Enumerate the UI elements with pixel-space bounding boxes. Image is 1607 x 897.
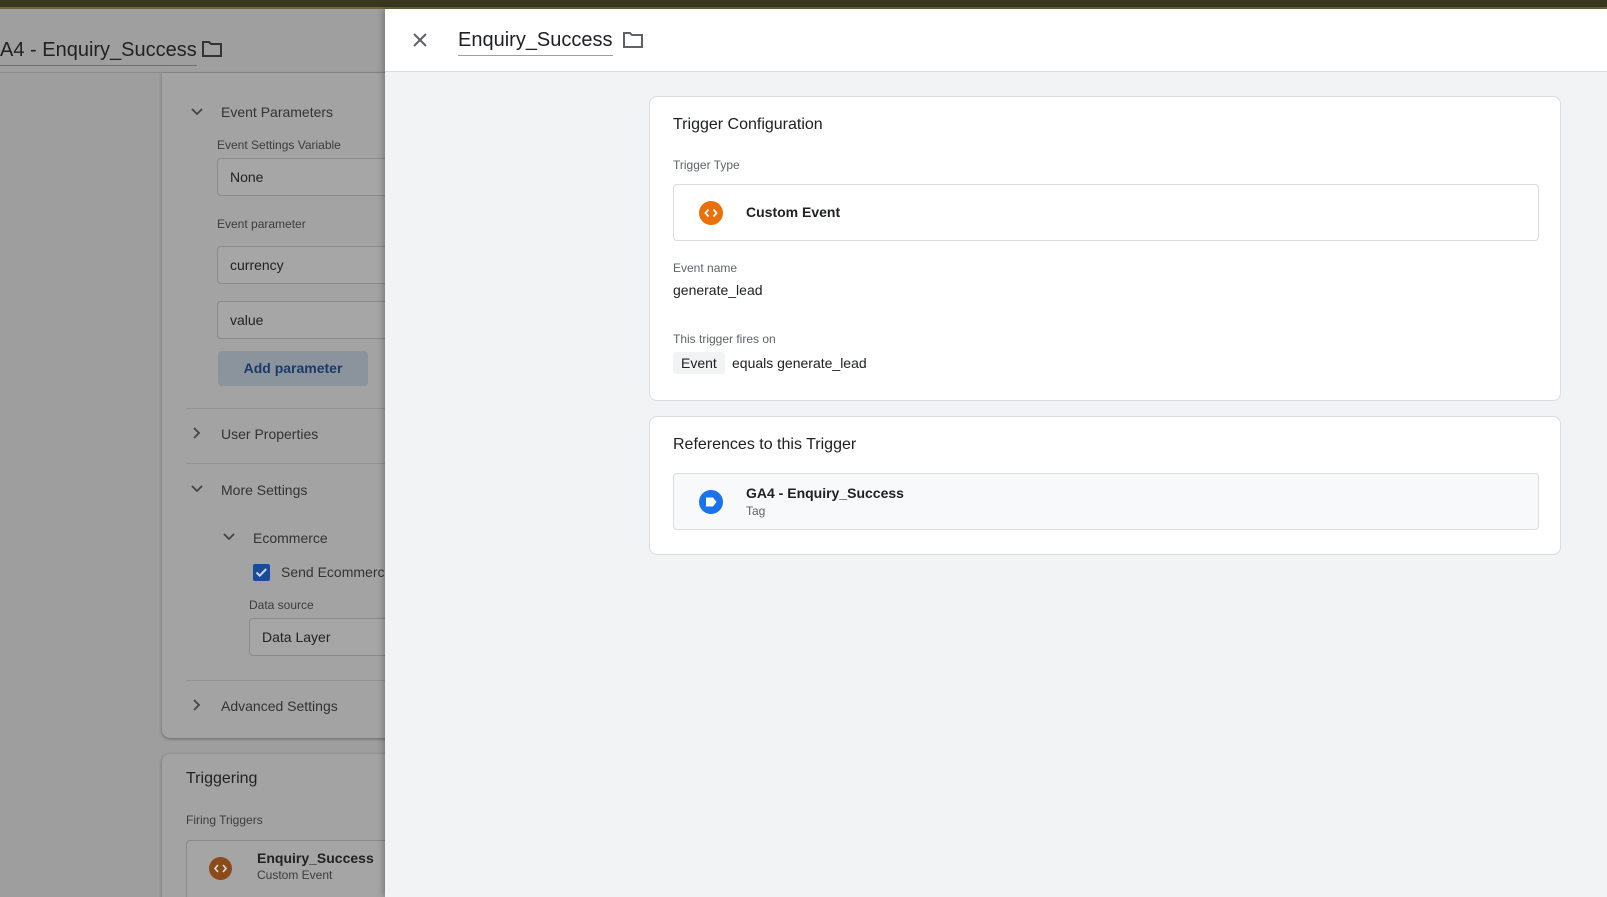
trigger-type-name: Custom Event xyxy=(746,204,841,220)
drawer-header: Enquiry_Success xyxy=(385,9,1607,72)
trigger-type-selector[interactable]: Custom Event xyxy=(673,184,1539,241)
trigger-type-label: Trigger Type xyxy=(673,158,740,172)
trigger-drawer: Enquiry_Success Trigger Configuration Tr… xyxy=(385,9,1607,897)
chevron-down-icon[interactable] xyxy=(222,530,236,544)
triggering-heading: Triggering xyxy=(186,770,258,787)
ecommerce-heading[interactable]: Ecommerce xyxy=(253,530,328,546)
firing-trigger-name: Enquiry_Success xyxy=(257,850,374,866)
references-heading: References to this Trigger xyxy=(673,436,857,453)
more-settings-heading[interactable]: More Settings xyxy=(221,482,307,498)
trigger-title[interactable]: Enquiry_Success xyxy=(458,29,613,56)
screen: A4 - Enquiry_Success Event Parameters Ev… xyxy=(0,0,1607,897)
send-ecommerce-checkbox[interactable] xyxy=(253,564,270,581)
firing-triggers-label: Firing Triggers xyxy=(186,813,263,827)
window-top-strip xyxy=(0,0,1607,9)
condition-variable-chip: Event xyxy=(673,352,725,374)
trigger-configuration-heading: Trigger Configuration xyxy=(673,116,823,133)
chevron-right-icon[interactable] xyxy=(190,426,204,440)
folder-icon[interactable] xyxy=(201,40,223,58)
tag-icon xyxy=(699,490,723,514)
chevron-down-icon[interactable] xyxy=(190,482,204,496)
fires-on-label: This trigger fires on xyxy=(673,332,776,346)
user-properties-heading[interactable]: User Properties xyxy=(221,426,318,442)
event-settings-variable-label: Event Settings Variable xyxy=(217,138,341,152)
event-name-value: generate_lead xyxy=(673,282,763,298)
send-ecommerce-label: Send Ecommerce xyxy=(281,564,393,580)
references-card: References to this Trigger GA4 - Enquiry… xyxy=(649,416,1561,555)
background-tag-title[interactable]: A4 - Enquiry_Success xyxy=(0,39,197,66)
data-source-label: Data source xyxy=(249,598,314,612)
event-parameter-label: Event parameter xyxy=(217,217,306,231)
chevron-down-icon[interactable] xyxy=(190,105,204,119)
condition-text: equals generate_lead xyxy=(732,355,867,371)
reference-item[interactable]: GA4 - Enquiry_Success Tag xyxy=(673,473,1539,530)
chevron-right-icon[interactable] xyxy=(190,698,204,712)
custom-event-icon xyxy=(209,857,232,880)
advanced-settings-heading[interactable]: Advanced Settings xyxy=(221,698,338,714)
close-icon[interactable] xyxy=(409,29,431,51)
firing-trigger-type: Custom Event xyxy=(257,868,333,882)
custom-event-icon xyxy=(699,201,723,225)
reference-kind: Tag xyxy=(746,504,766,518)
folder-icon[interactable] xyxy=(622,31,644,49)
event-parameters-heading[interactable]: Event Parameters xyxy=(221,104,333,120)
event-name-label: Event name xyxy=(673,261,738,275)
add-parameter-button[interactable]: Add parameter xyxy=(218,351,368,386)
reference-name: GA4 - Enquiry_Success xyxy=(746,485,904,501)
check-icon xyxy=(255,568,267,578)
trigger-configuration-card[interactable]: Trigger Configuration Trigger Type Custo… xyxy=(649,96,1561,401)
